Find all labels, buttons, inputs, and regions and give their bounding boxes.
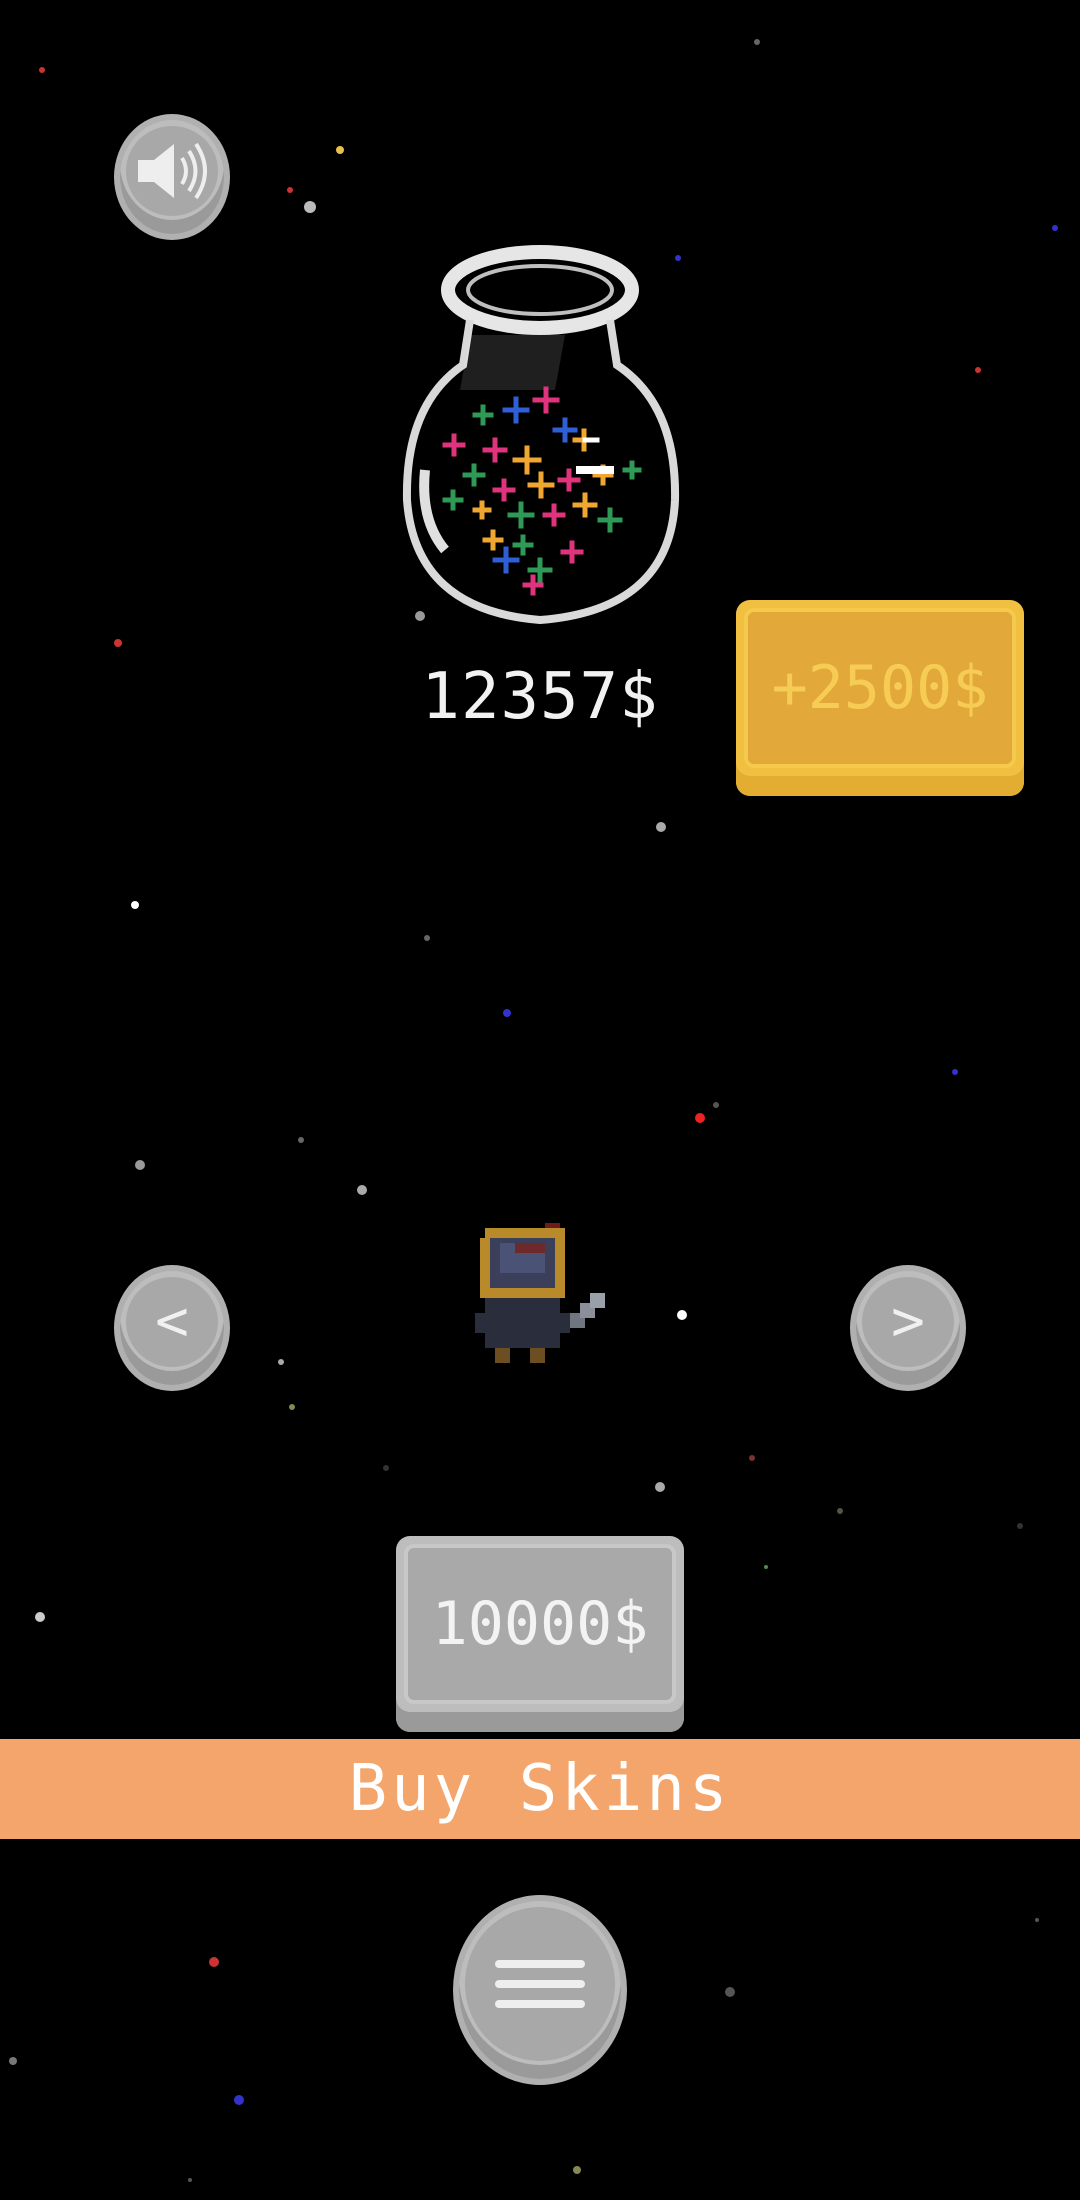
helmet-knight-character	[475, 1223, 605, 1363]
sound-toggle-button[interactable]	[114, 114, 230, 240]
speaker-icon	[138, 142, 207, 200]
star-jar-icon	[402, 245, 680, 625]
bonus-button-label: +2500$	[771, 653, 989, 723]
chevron-right-icon: >	[891, 1289, 925, 1354]
sound-button-face	[126, 126, 218, 216]
bonus-coins-button[interactable]: +2500$	[736, 600, 1024, 796]
buy-skins-label: Buy Skins	[348, 1752, 732, 1826]
menu-button[interactable]	[453, 1895, 627, 2085]
bonus-button-face: +2500$	[744, 608, 1016, 768]
coin-balance: 12357$	[421, 660, 659, 734]
price-button-face: 10000$	[404, 1544, 676, 1704]
next-button-face: >	[862, 1277, 954, 1367]
menu-button-face	[465, 1907, 615, 2061]
hamburger-menu-icon	[495, 1960, 585, 2008]
prev-button-face: <	[126, 1277, 218, 1367]
buy-skins-banner[interactable]: Buy Skins	[0, 1739, 1080, 1839]
skin-price-button[interactable]: 10000$	[396, 1536, 684, 1732]
previous-skin-button[interactable]: <	[114, 1265, 230, 1391]
skin-price-label: 10000$	[431, 1589, 649, 1659]
next-skin-button[interactable]: >	[850, 1265, 966, 1391]
chevron-left-icon: <	[155, 1289, 189, 1354]
